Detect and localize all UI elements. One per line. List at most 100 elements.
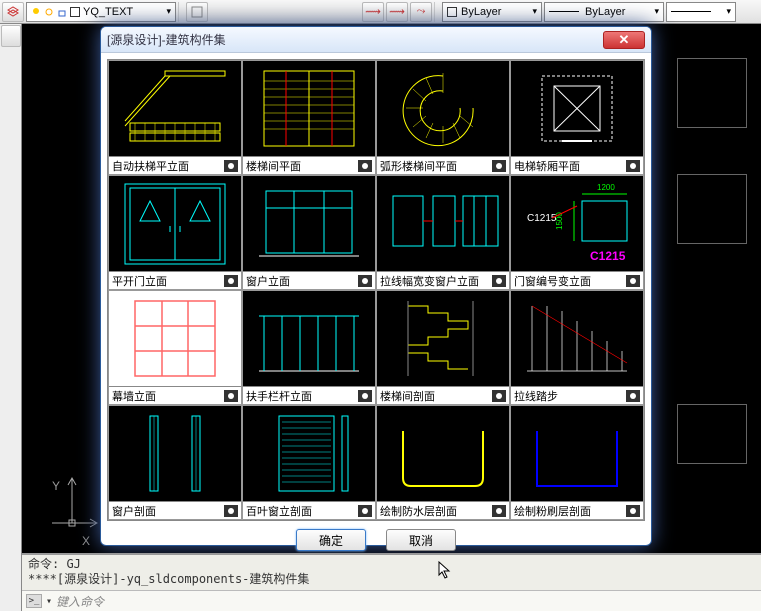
cell-label: 拉线幅宽变窗户立面 <box>380 273 479 289</box>
thumb-winnum[interactable]: 12001500C1215C1215 门窗编号变立面 <box>510 175 644 290</box>
thumb-door[interactable]: 平开门立面 <box>108 175 242 290</box>
weight-sample-icon <box>671 11 711 12</box>
tag-icon <box>224 275 238 287</box>
command-prompt-icon: >_ <box>26 594 42 608</box>
thumb-stairsection[interactable]: 楼梯间剖面 <box>376 290 510 405</box>
tag-icon <box>224 390 238 402</box>
ok-button[interactable]: 确定 <box>296 529 366 551</box>
linetype-text: ByLayer <box>585 6 625 18</box>
thumb-curtainwall[interactable]: 幕墙立面 <box>108 290 242 405</box>
separator <box>434 2 440 22</box>
tag-icon <box>358 160 372 172</box>
tag-icon <box>492 160 506 172</box>
thumb-window[interactable]: 窗户立面 <box>242 175 376 290</box>
lightbulb-icon <box>31 7 41 17</box>
tag-icon <box>626 160 640 172</box>
color-text: ByLayer <box>461 6 501 18</box>
tag-icon <box>358 275 372 287</box>
tag-icon <box>626 275 640 287</box>
svg-text:1200: 1200 <box>597 183 615 192</box>
close-button[interactable]: ✕ <box>603 31 645 49</box>
cell-label: 自动扶梯平立面 <box>112 158 189 174</box>
tag-icon <box>358 390 372 402</box>
sun-icon <box>44 7 54 17</box>
match-button[interactable]: ⟿ <box>362 2 384 22</box>
cell-label: 窗户立面 <box>246 273 290 289</box>
tag-icon <box>492 275 506 287</box>
cell-label: 弧形楼梯间平面 <box>380 158 457 174</box>
svg-text:C1215: C1215 <box>527 213 557 224</box>
close-icon: ✕ <box>619 32 630 48</box>
thumb-louver[interactable]: 百叶窗立剖面 <box>242 405 376 520</box>
dialog-title-text: [源泉设计]-建筑构件集 <box>107 31 226 48</box>
chevron-down-icon: ▾ <box>654 6 659 17</box>
lock-icon <box>57 7 67 17</box>
left-tool-1[interactable] <box>1 25 21 47</box>
linetype-dropdown[interactable]: ByLayer ▾ <box>544 2 664 22</box>
thumb-plaster[interactable]: 绘制粉刷层剖面 <box>510 405 644 520</box>
tag-icon <box>492 390 506 402</box>
chevron-down-icon: ▾ <box>726 6 731 17</box>
ucs-icon <box>42 473 102 533</box>
cell-label: 绘制粉刷层剖面 <box>514 503 591 519</box>
color-dropdown[interactable]: ByLayer ▾ <box>442 2 542 22</box>
thumb-escalator[interactable]: 自动扶梯平立面 <box>108 60 242 175</box>
dialog-titlebar[interactable]: [源泉设计]-建筑构件集 ✕ <box>101 27 651 53</box>
cell-label: 百叶窗立剖面 <box>246 503 312 519</box>
cell-label: 绘制防水层剖面 <box>380 503 457 519</box>
line-sample-icon <box>549 11 579 12</box>
tag-icon <box>224 160 238 172</box>
thumb-varwindow[interactable]: 拉线幅宽变窗户立面 <box>376 175 510 290</box>
layer-dropdown[interactable]: YQ_TEXT ▾ <box>26 2 176 22</box>
lineweight-dropdown[interactable]: ▾ <box>666 2 736 22</box>
thumbnail-grid: 自动扶梯平立面 楼梯间平面 弧形楼梯间平面 电梯轿厢平面 平开门立面 <box>107 59 645 521</box>
bg-rect-2 <box>677 174 747 244</box>
command-line-2: ****[源泉设计]-yq_sldcomponents-建筑构件集 <box>28 572 755 587</box>
thumb-elevator[interactable]: 电梯轿厢平面 <box>510 60 644 175</box>
cell-label: 扶手栏杆立面 <box>246 388 312 404</box>
chevron-down-icon: ▾ <box>166 6 171 17</box>
separator <box>178 2 184 22</box>
unisolate-button[interactable]: ⤳ <box>410 2 432 22</box>
command-area: 命令: GJ ****[源泉设计]-yq_sldcomponents-建筑构件集… <box>22 553 761 611</box>
cell-label: 电梯轿厢平面 <box>514 158 580 174</box>
cell-label: 楼梯间剖面 <box>380 388 435 404</box>
tag-icon <box>626 390 640 402</box>
tag-icon <box>626 505 640 517</box>
cancel-button[interactable]: 取消 <box>386 529 456 551</box>
command-line-1: 命令: GJ <box>28 557 755 572</box>
current-layer-text: YQ_TEXT <box>83 6 133 18</box>
bg-rect-3 <box>677 404 747 464</box>
bg-rect-1 <box>677 58 747 128</box>
ucs-x-label: X <box>82 534 90 548</box>
left-toolbar <box>0 24 22 611</box>
thumb-waterproof[interactable]: 绘制防水层剖面 <box>376 405 510 520</box>
command-placeholder: 键入命令 <box>56 593 104 610</box>
thumb-linestep[interactable]: 拉线踏步 <box>510 290 644 405</box>
layerstate-button[interactable] <box>186 2 208 22</box>
layers-button[interactable] <box>2 2 24 22</box>
cell-label: 窗户剖面 <box>112 503 156 519</box>
tag-icon <box>492 505 506 517</box>
color-swatch-icon <box>447 7 457 17</box>
command-input-row[interactable]: >_ ▾ 键入命令 <box>22 591 761 611</box>
cell-label: 门窗编号变立面 <box>514 273 591 289</box>
cell-label: 平开门立面 <box>112 273 167 289</box>
thumb-winsection[interactable]: 窗户剖面 <box>108 405 242 520</box>
component-dialog: [源泉设计]-建筑构件集 ✕ 自动扶梯平立面 楼梯间平面 弧形楼梯间平面 电梯轿… <box>100 26 652 546</box>
thumb-stairplan[interactable]: 楼梯间平面 <box>242 60 376 175</box>
dialog-body: 自动扶梯平立面 楼梯间平面 弧形楼梯间平面 电梯轿厢平面 平开门立面 <box>101 53 651 565</box>
svg-text:C1215: C1215 <box>590 249 626 263</box>
chevron-down-icon: ▾ <box>532 6 537 17</box>
color-swatch-icon <box>70 7 80 17</box>
command-log[interactable]: 命令: GJ ****[源泉设计]-yq_sldcomponents-建筑构件集 <box>22 555 761 591</box>
cell-label: 楼梯间平面 <box>246 158 301 174</box>
thumb-railing[interactable]: 扶手栏杆立面 <box>242 290 376 405</box>
tag-icon <box>358 505 372 517</box>
isolate-button[interactable]: ⟿ <box>386 2 408 22</box>
tag-icon <box>224 505 238 517</box>
thumb-arcstair[interactable]: 弧形楼梯间平面 <box>376 60 510 175</box>
cell-label: 拉线踏步 <box>514 388 558 404</box>
cell-label: 幕墙立面 <box>112 388 156 404</box>
top-toolbar: YQ_TEXT ▾ ⟿ ⟿ ⤳ ByLayer ▾ ByLayer ▾ ▾ <box>0 0 761 24</box>
